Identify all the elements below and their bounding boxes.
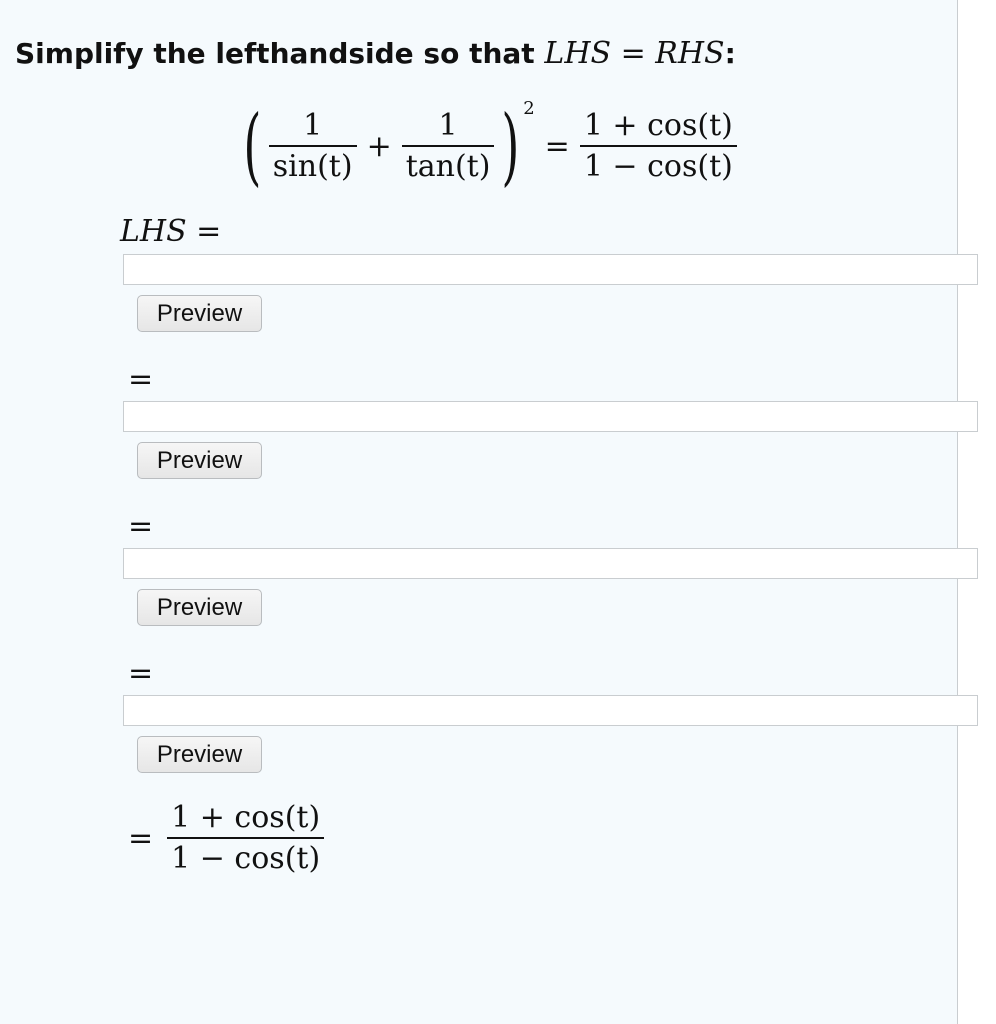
answer-input-1[interactable] [123,254,978,285]
fraction-denominator: tan(t) [401,145,495,184]
plus-operator: + [366,128,392,164]
equals-operator: = [544,128,570,164]
identity-equation: ( 1 sin(t) + 1 tan(t) ) 2 = 1 + cos(t) 1… [236,97,737,195]
fraction-denominator: sin(t) [268,145,357,184]
fraction-numerator: 1 [438,108,458,143]
open-paren: ( [243,97,262,195]
fraction-denominator: 1 − cos(t) [579,145,737,184]
question-prompt: Simplify the lefthandside so that LHS = … [15,36,736,71]
preview-button-2[interactable]: Preview [137,442,262,479]
question-suffix: : [724,37,736,70]
equals-sign-2: = [128,509,154,544]
question-rhs: RHS [655,36,725,71]
fraction-denominator: 1 − cos(t) [167,837,325,876]
answer-input-2[interactable] [123,401,978,432]
answer-input-4[interactable] [123,695,978,726]
preview-button-1[interactable]: Preview [137,295,262,332]
equals-sign-1: = [128,362,154,397]
close-paren: ) [501,97,520,195]
question-panel: Simplify the lefthandside so that LHS = … [0,0,978,1024]
final-expression: = 1 + cos(t) 1 − cos(t) [128,800,325,876]
final-equals: = [128,820,154,856]
fraction-numerator: 1 [303,108,323,143]
exponent: 2 [523,98,535,119]
fraction-numerator: 1 + cos(t) [583,108,733,143]
question-lhs: LHS [544,36,612,71]
preview-button-3[interactable]: Preview [137,589,262,626]
question-prefix: Simplify the lefthandside so that [15,37,545,70]
fraction-1-over-tan: 1 tan(t) [401,108,495,184]
fraction-numerator: 1 + cos(t) [171,800,321,835]
preview-button-4[interactable]: Preview [137,736,262,773]
rhs-fraction: 1 + cos(t) 1 − cos(t) [579,108,737,184]
final-fraction: 1 + cos(t) 1 − cos(t) [167,800,325,876]
fraction-1-over-sin: 1 sin(t) [268,108,357,184]
lhs-label: LHS = [120,214,222,249]
answer-input-3[interactable] [123,548,978,579]
question-equals: = [620,36,646,71]
equals-sign-3: = [128,656,154,691]
